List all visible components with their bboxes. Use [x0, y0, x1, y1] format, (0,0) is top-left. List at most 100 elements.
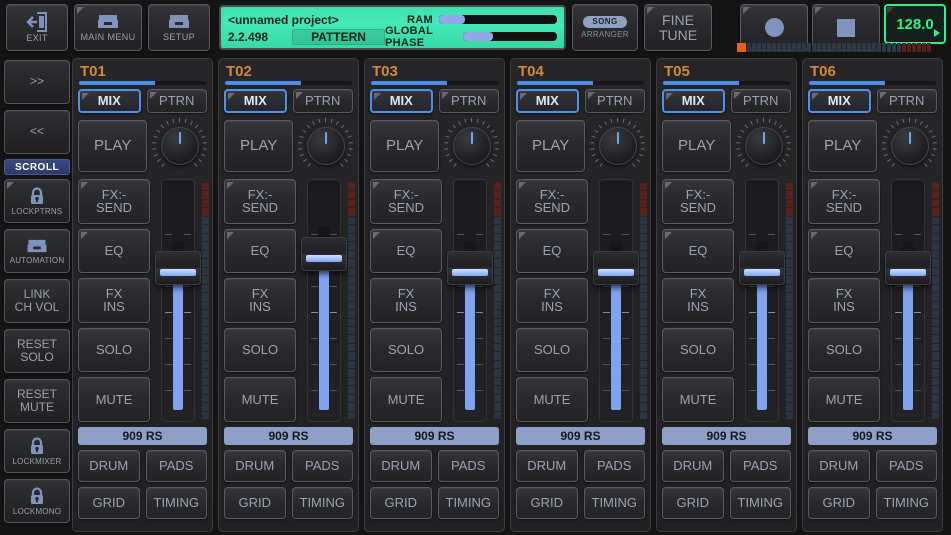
mix-button[interactable]: MIX	[662, 89, 725, 113]
drum-button[interactable]: DRUM	[78, 450, 140, 482]
mix-button[interactable]: MIX	[78, 89, 141, 113]
preset-name[interactable]: 909 RS	[662, 427, 791, 445]
fx-ins-button[interactable]: FX INS	[808, 278, 880, 323]
fx-send-button[interactable]: FX:- SEND	[516, 179, 588, 224]
timing-button[interactable]: TIMING	[875, 487, 937, 519]
volume-fader[interactable]	[739, 179, 793, 422]
volume-fader[interactable]	[593, 179, 647, 422]
grid-button[interactable]: GRID	[370, 487, 432, 519]
eq-button[interactable]: EQ	[370, 228, 442, 274]
mix-button[interactable]: MIX	[808, 89, 871, 113]
ptrn-button[interactable]: PTRN	[730, 89, 791, 113]
volume-fader[interactable]	[301, 179, 355, 422]
preset-name[interactable]: 909 RS	[516, 427, 645, 445]
fx-send-button[interactable]: FX:- SEND	[370, 179, 442, 224]
pan-knob[interactable]	[589, 118, 646, 173]
solo-button[interactable]: SOLO	[808, 327, 880, 373]
play-button[interactable]: PLAY	[224, 119, 294, 172]
pads-button[interactable]: PADS	[291, 450, 353, 482]
mute-button[interactable]: MUTE	[370, 377, 442, 422]
ptrn-button[interactable]: PTRN	[584, 89, 645, 113]
pattern-button[interactable]: PATTERN	[292, 28, 385, 45]
sidebar-item-scroll-back[interactable]: <<	[4, 110, 70, 154]
mute-button[interactable]: MUTE	[78, 377, 150, 422]
solo-button[interactable]: SOLO	[224, 327, 296, 373]
lcd-display[interactable]: <unnamed project> RAM 2.2.498 PATTERN GL…	[219, 5, 566, 50]
exit-button[interactable]: EXIT	[6, 4, 68, 51]
song-arranger-button[interactable]: SONG ARRANGER	[572, 4, 638, 51]
play-button[interactable]: PLAY	[370, 119, 440, 172]
pads-button[interactable]: PADS	[875, 450, 937, 482]
mix-button[interactable]: MIX	[370, 89, 433, 113]
mix-button[interactable]: MIX	[224, 89, 287, 113]
eq-button[interactable]: EQ	[78, 228, 150, 274]
fx-ins-button[interactable]: FX INS	[370, 278, 442, 323]
mute-button[interactable]: MUTE	[662, 377, 734, 422]
pads-button[interactable]: PADS	[583, 450, 645, 482]
ptrn-button[interactable]: PTRN	[146, 89, 207, 113]
sidebar-item-link-ch-vol[interactable]: LINK CH VOL	[4, 279, 70, 323]
fader-handle[interactable]	[155, 251, 201, 285]
mute-button[interactable]: MUTE	[808, 377, 880, 422]
mute-button[interactable]: MUTE	[224, 377, 296, 422]
solo-button[interactable]: SOLO	[370, 327, 442, 373]
eq-button[interactable]: EQ	[808, 228, 880, 274]
volume-fader[interactable]	[155, 179, 209, 422]
fx-send-button[interactable]: FX:- SEND	[808, 179, 880, 224]
pads-button[interactable]: PADS	[437, 450, 499, 482]
fx-ins-button[interactable]: FX INS	[78, 278, 150, 323]
preset-name[interactable]: 909 RS	[78, 427, 207, 445]
pan-knob[interactable]	[735, 118, 792, 173]
timing-button[interactable]: TIMING	[291, 487, 353, 519]
ptrn-button[interactable]: PTRN	[876, 89, 937, 113]
bpm-display[interactable]: 128.0	[884, 4, 946, 44]
fx-send-button[interactable]: FX:- SEND	[662, 179, 734, 224]
fader-handle[interactable]	[593, 251, 639, 285]
grid-button[interactable]: GRID	[78, 487, 140, 519]
pan-knob[interactable]	[443, 118, 500, 173]
main-menu-button[interactable]: MAIN MENU	[74, 4, 142, 51]
drum-button[interactable]: DRUM	[224, 450, 286, 482]
volume-fader[interactable]	[447, 179, 501, 422]
pan-knob[interactable]	[297, 118, 354, 173]
mix-button[interactable]: MIX	[516, 89, 579, 113]
preset-name[interactable]: 909 RS	[370, 427, 499, 445]
timing-button[interactable]: TIMING	[145, 487, 207, 519]
eq-button[interactable]: EQ	[662, 228, 734, 274]
grid-button[interactable]: GRID	[516, 487, 578, 519]
pads-button[interactable]: PADS	[729, 450, 791, 482]
play-button[interactable]: PLAY	[78, 119, 148, 172]
fine-tune-button[interactable]: FINE TUNE	[644, 4, 712, 51]
fx-ins-button[interactable]: FX INS	[662, 278, 734, 323]
drum-button[interactable]: DRUM	[662, 450, 724, 482]
eq-button[interactable]: EQ	[516, 228, 588, 274]
timing-button[interactable]: TIMING	[437, 487, 499, 519]
fader-handle[interactable]	[447, 251, 493, 285]
sidebar-item-automation[interactable]: AUTOMATION	[4, 229, 70, 273]
grid-button[interactable]: GRID	[224, 487, 286, 519]
fader-handle[interactable]	[739, 251, 785, 285]
preset-name[interactable]: 909 RS	[224, 427, 353, 445]
mute-button[interactable]: MUTE	[516, 377, 588, 422]
pan-knob[interactable]	[151, 118, 208, 173]
drum-button[interactable]: DRUM	[516, 450, 578, 482]
solo-button[interactable]: SOLO	[516, 327, 588, 373]
preset-name[interactable]: 909 RS	[808, 427, 937, 445]
timing-button[interactable]: TIMING	[729, 487, 791, 519]
sidebar-item-scroll[interactable]: SCROLL	[4, 159, 70, 175]
sidebar-item-lockmono[interactable]: LOCKMONO	[4, 479, 70, 523]
fx-send-button[interactable]: FX:- SEND	[224, 179, 296, 224]
fx-send-button[interactable]: FX:- SEND	[78, 179, 150, 224]
drum-button[interactable]: DRUM	[370, 450, 432, 482]
fx-ins-button[interactable]: FX INS	[516, 278, 588, 323]
sidebar-item-reset-mute[interactable]: RESET MUTE	[4, 379, 70, 423]
setup-button[interactable]: SETUP	[148, 4, 210, 51]
sidebar-item-lockmixer[interactable]: LOCKMIXER	[4, 429, 70, 473]
pan-knob[interactable]	[881, 118, 938, 173]
grid-button[interactable]: GRID	[808, 487, 870, 519]
play-button[interactable]: PLAY	[516, 119, 586, 172]
ptrn-button[interactable]: PTRN	[438, 89, 499, 113]
play-button[interactable]: PLAY	[662, 119, 732, 172]
drum-button[interactable]: DRUM	[808, 450, 870, 482]
sidebar-item-scroll-forward[interactable]: >>	[4, 60, 70, 104]
